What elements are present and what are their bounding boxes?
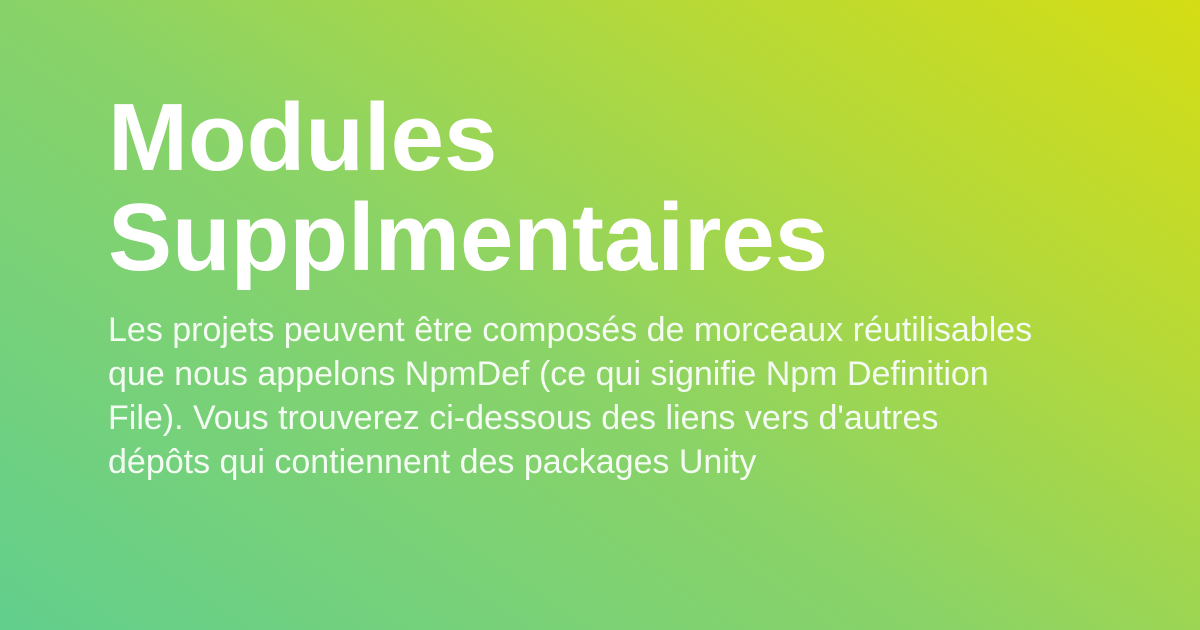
- title-line-2: Supplmentaires: [108, 184, 829, 291]
- title-line-1: Modules: [108, 84, 498, 191]
- page-description: Les projets peuvent être composés de mor…: [108, 311, 1033, 481]
- social-card: Modules Supplmentaires Les projets peuve…: [108, 88, 1068, 484]
- page-title: Modules Supplmentaires: [108, 88, 1068, 288]
